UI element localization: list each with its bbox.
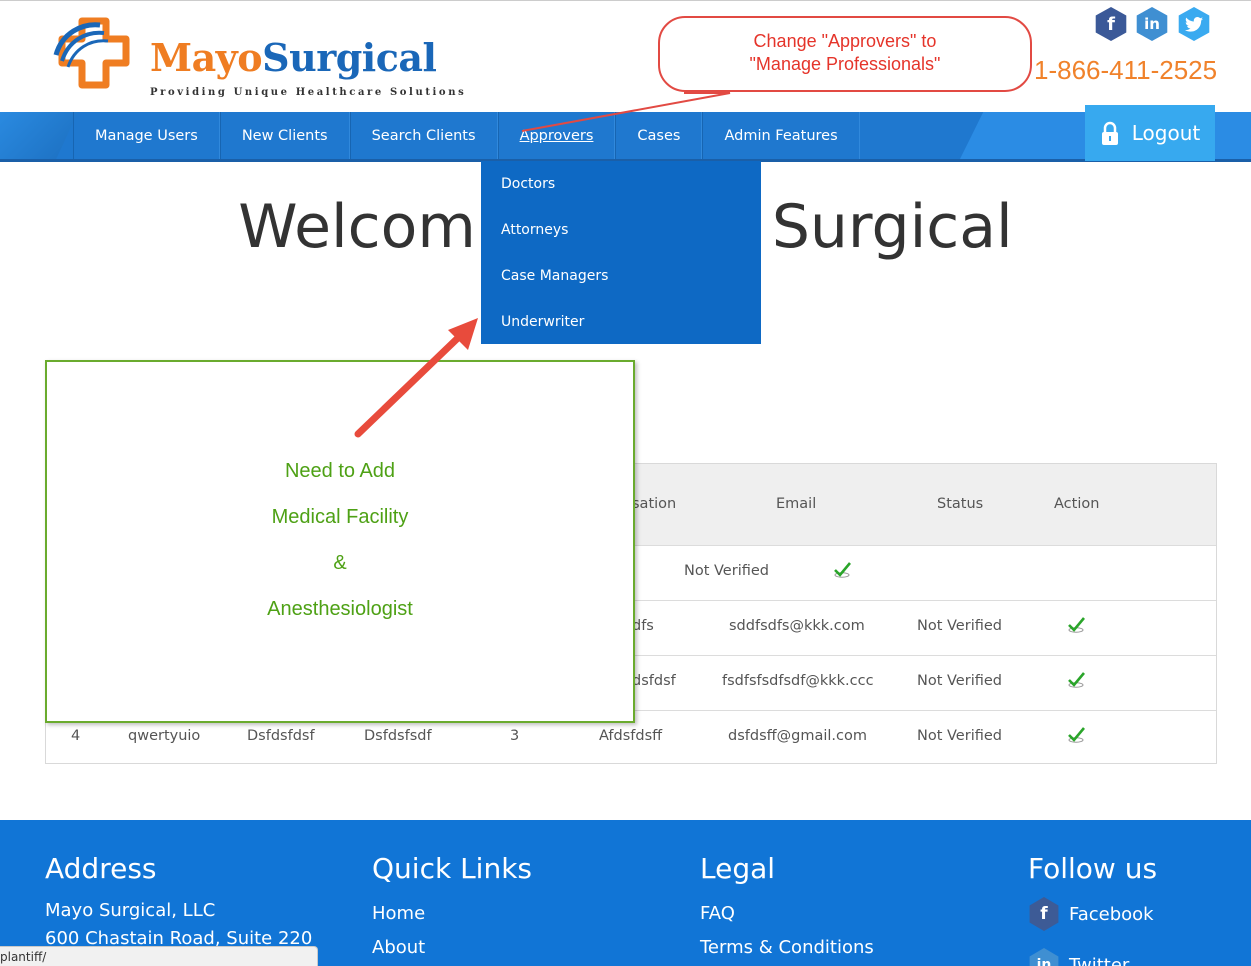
welcome-right: Surgical [771, 192, 1013, 262]
status-cell: Not Verified [917, 618, 1002, 634]
footer-twitter-link[interactable]: in Twitter [1028, 948, 1129, 966]
nav-accent-left [0, 112, 78, 159]
verify-check-icon[interactable] [832, 560, 852, 580]
header-social-links: f in [1094, 7, 1214, 43]
header-email: Email [776, 496, 817, 512]
nav-item-cases[interactable]: Cases [615, 112, 703, 159]
status-cell: Not Verified [917, 728, 1002, 744]
nav-item-approvers[interactable]: Approvers [497, 112, 616, 159]
nav-item-new-clients[interactable]: New Clients [219, 112, 350, 159]
last-name-cell: Dsfdsfsdf [364, 728, 432, 744]
dropdown-item-attorneys[interactable]: Attorneys [481, 207, 761, 253]
welcome-left: Welcom [238, 192, 476, 262]
compensation-cell: dsfdsf [632, 673, 676, 689]
status-cell: Not Verified [917, 673, 1002, 689]
phone-number: 1-866-411-2525 [1034, 55, 1218, 85]
footer-legal-heading: Legal [700, 852, 776, 885]
footer-quick-links-heading: Quick Links [372, 852, 533, 885]
footer-facebook-link[interactable]: f Facebook [1028, 897, 1154, 931]
twitter-icon[interactable] [1178, 7, 1210, 41]
brand-part-2: Surgical [262, 35, 437, 80]
verify-check-icon[interactable] [1066, 615, 1086, 635]
note-line: Need to Add [284, 460, 396, 482]
main-navigation: Manage Users New Clients Search Clients … [0, 112, 1251, 162]
callout-line: Change "Approvers" to [753, 31, 937, 51]
email-cell: fsdfsfsdfsdf@kkk.ccc [722, 673, 874, 689]
email-cell: dsfdsff@gmail.com [728, 728, 867, 744]
header-compensation: sation [632, 496, 677, 512]
facebook-icon: f [1029, 897, 1059, 931]
dropdown-item-underwriter[interactable]: Underwriter [481, 299, 761, 345]
row-number-cell: 4 [71, 728, 81, 744]
browser-status-bar: plantiff/ [0, 946, 318, 966]
linkedin-icon: in [1029, 948, 1059, 966]
nav-item-admin-features[interactable]: Admin Features [702, 112, 860, 159]
twitter-bird-glyph [1185, 16, 1203, 32]
footer-follow-heading: Follow us [1028, 852, 1158, 885]
compensation-cell: dfs [632, 618, 654, 634]
logo-cross-icon [53, 17, 130, 89]
footer-link-about[interactable]: About [372, 937, 425, 958]
note-line: & [333, 552, 347, 574]
address-line: Mayo Surgical, LLC [45, 900, 216, 921]
footer-link-terms[interactable]: Terms & Conditions [700, 937, 874, 958]
note-line: Medical Facility [271, 506, 409, 528]
header-action: Action [1054, 496, 1100, 512]
brand-part-1: Mayo [150, 35, 263, 80]
annotation-callout: Change "Approvers" to "Manage Profession… [657, 15, 1033, 93]
header-status: Status [937, 496, 984, 512]
nav-menu: Manage Users New Clients Search Clients … [73, 112, 860, 159]
username-cell: qwertyuio [128, 728, 201, 744]
count-cell: 3 [510, 728, 520, 744]
footer-link-faq[interactable]: FAQ [700, 903, 735, 924]
callout-text: Change "Approvers" to "Manage Profession… [657, 30, 1033, 76]
verify-check-icon[interactable] [1066, 725, 1086, 745]
footer-link-home[interactable]: Home [372, 903, 425, 924]
annotation-note-text: Need to Add Medical Facility & Anesthesi… [47, 448, 633, 632]
compensation-cell: Afdsfdsff [599, 728, 663, 744]
annotation-note-box: Need to Add Medical Facility & Anesthesi… [45, 360, 635, 723]
site-footer: Address Mayo Surgical, LLC 600 Chastain … [0, 820, 1251, 966]
site-header: MayoSurgical Providing Unique Healthcare… [0, 0, 1251, 112]
note-line: Anesthesiologist [267, 598, 413, 620]
logout-label: Logout [1131, 121, 1201, 145]
status-cell: Not Verified [684, 563, 769, 579]
nav-item-manage-users[interactable]: Manage Users [73, 112, 220, 159]
dropdown-item-doctors[interactable]: Doctors [481, 161, 761, 207]
footer-follow: Follow us f Facebook in Twitter [1028, 852, 1158, 966]
footer-address: Address Mayo Surgical, LLC 600 Chastain … [45, 852, 312, 949]
first-name-cell: Dsfdsfdsf [247, 728, 315, 744]
brand-name: MayoSurgical [150, 35, 437, 80]
verify-check-icon[interactable] [1066, 670, 1086, 690]
logout-button[interactable]: Logout [1085, 105, 1215, 161]
footer-address-heading: Address [45, 852, 157, 885]
lock-icon [1101, 121, 1118, 145]
callout-line: "Manage Professionals" [749, 54, 941, 74]
facebook-icon[interactable]: f [1095, 7, 1127, 41]
dropdown-item-case-managers[interactable]: Case Managers [481, 253, 761, 299]
site-logo[interactable]: MayoSurgical Providing Unique Healthcare… [52, 15, 464, 105]
brand-tagline: Providing Unique Healthcare Solutions [150, 87, 467, 98]
footer-twitter-label: Twitter [1069, 954, 1130, 966]
footer-quick-links: Quick Links Home About [372, 852, 533, 958]
footer-facebook-label: Facebook [1069, 903, 1154, 925]
approvers-dropdown: Doctors Attorneys Case Managers Underwri… [481, 161, 761, 344]
nav-item-search-clients[interactable]: Search Clients [349, 112, 498, 159]
email-cell: sddfsdfs@kkk.com [729, 618, 865, 634]
footer-legal: Legal FAQ Terms & Conditions [700, 852, 874, 958]
linkedin-icon[interactable]: in [1136, 7, 1168, 41]
